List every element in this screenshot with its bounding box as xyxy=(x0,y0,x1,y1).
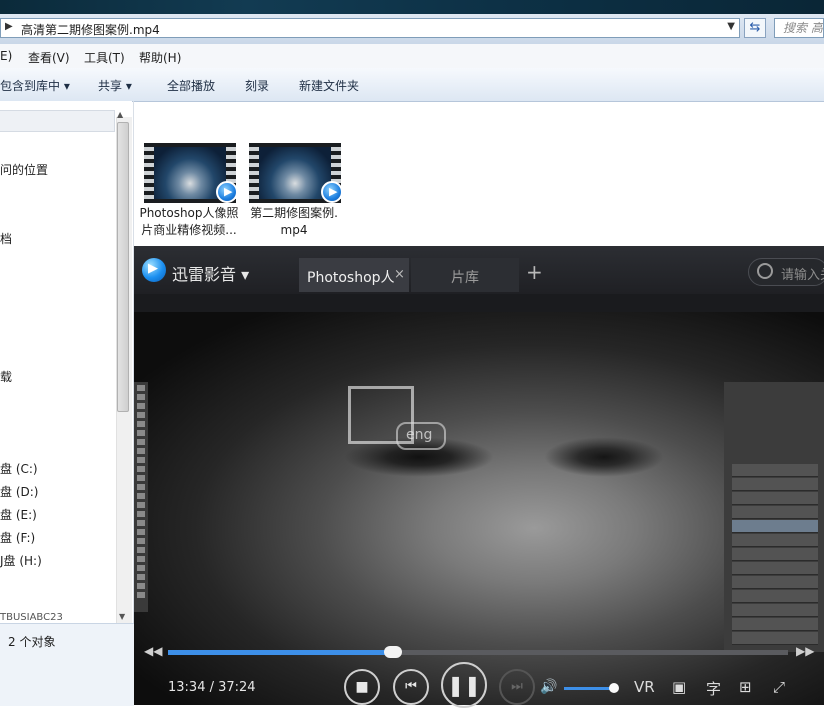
subtitle-button[interactable]: 字 xyxy=(706,678,721,699)
search-input[interactable]: 搜索 高 xyxy=(774,18,824,38)
file-name: Photoshop人像照 片商业精修视频... xyxy=(139,206,239,237)
vr-button[interactable]: VR xyxy=(634,678,655,696)
video-frame[interactable]: eng xyxy=(134,312,824,705)
tab-now-playing[interactable]: Photoshop人 × xyxy=(299,258,409,292)
nav-item-drive-e[interactable]: 盘 (E:) xyxy=(0,506,37,523)
scroll-up-icon[interactable]: ▲ xyxy=(117,110,123,119)
nav-selected-item[interactable] xyxy=(0,110,115,132)
rewind-icon[interactable]: ◀◀ xyxy=(144,644,162,658)
stop-icon: ■ xyxy=(355,679,369,695)
next-icon: ⏭ xyxy=(511,679,523,694)
tab-title: Photoshop人 xyxy=(307,270,395,286)
time-display: 13:34 / 37:24 xyxy=(168,680,256,695)
stop-button[interactable]: ■ xyxy=(344,669,380,705)
search-icon xyxy=(757,263,773,279)
player-logo-icon[interactable]: ▶ xyxy=(142,258,166,282)
refresh-icon: ⇆ xyxy=(749,20,761,35)
add-tab-icon[interactable]: + xyxy=(526,260,543,284)
tab-library-label: 片库 xyxy=(451,270,479,286)
pause-button[interactable]: ❚❚ xyxy=(441,662,487,708)
tab-library[interactable]: 片库 xyxy=(411,258,519,292)
player-app-menu[interactable]: 迅雷影音 ▾ xyxy=(172,261,249,285)
next-button[interactable]: ⏭ xyxy=(499,669,535,705)
previous-button[interactable]: ⏮ xyxy=(393,669,429,705)
previous-icon: ⏮ xyxy=(405,679,417,694)
fast-forward-icon[interactable]: ▶▶ xyxy=(796,644,814,658)
player-badge-icon: ▶ xyxy=(321,181,343,203)
close-icon[interactable]: × xyxy=(394,267,405,282)
nav-item-downloads[interactable]: 载 xyxy=(0,368,12,385)
nav-scrollbar-thumb[interactable] xyxy=(117,122,129,412)
address-path: 高清第二期修图案例.mp4 xyxy=(21,23,160,37)
photoshop-toolbar xyxy=(134,382,148,612)
player-search-input[interactable]: 请输入关 xyxy=(748,258,824,286)
nav-item-drive-f[interactable]: 盘 (F:) xyxy=(0,529,35,546)
nav-item-network-computer[interactable]: TBUSIABC23 xyxy=(0,612,63,623)
playlist-grid-icon[interactable]: ⊞ xyxy=(739,678,752,696)
screen-mode-icon[interactable]: ▣ xyxy=(672,678,686,696)
play-all-button[interactable]: 全部播放 xyxy=(167,77,215,94)
nav-item-recent-places[interactable]: 问的位置 xyxy=(0,161,48,178)
player-title-bar: ▶ 迅雷影音 ▾ Photoshop人 × 片库 + 请输入关 xyxy=(134,246,824,294)
desktop-strip xyxy=(0,0,824,14)
burn-button[interactable]: 刻录 xyxy=(245,77,269,94)
status-bar: 2 个对象 xyxy=(0,623,134,706)
progress-bar-fill xyxy=(168,650,394,655)
item-count: 2 个对象 xyxy=(8,635,56,649)
refresh-button[interactable]: ⇆ xyxy=(744,18,766,38)
video-content xyxy=(544,437,664,477)
progress-knob[interactable] xyxy=(384,646,403,658)
new-folder-button[interactable]: 新建文件夹 xyxy=(299,77,359,94)
menu-view[interactable]: 查看(V) xyxy=(28,49,70,66)
pause-icon: ❚❚ xyxy=(447,673,481,697)
watermark-logo: eng xyxy=(396,422,446,450)
photoshop-layers-panel xyxy=(724,382,824,652)
menu-help[interactable]: 帮助(H) xyxy=(139,49,181,66)
video-player-window: ▶ 迅雷影音 ▾ Photoshop人 × 片库 + 请输入关 eng xyxy=(134,246,824,708)
player-badge-icon: ▶ xyxy=(216,181,238,203)
menu-edit[interactable]: E) xyxy=(0,49,12,63)
menu-tools[interactable]: 工具(T) xyxy=(84,49,125,66)
address-bar-area: ▶ 高清第二期修图案例.mp4 ▼ ⇆ 搜索 高 xyxy=(0,14,824,45)
chevron-down-icon[interactable]: ▼ xyxy=(727,21,735,32)
fullscreen-icon[interactable]: ⤢ xyxy=(773,678,785,696)
menu-bar: E) 查看(V) 工具(T) 帮助(H) xyxy=(0,44,824,69)
nav-item-drive-c[interactable]: 盘 (C:) xyxy=(0,460,38,477)
share-button[interactable]: 共享 ▾ xyxy=(98,77,132,94)
volume-icon[interactable]: 🔊 xyxy=(540,679,557,695)
include-in-library-button[interactable]: 包含到库中 ▾ xyxy=(0,77,70,94)
nav-item-drive-h[interactable]: J盘 (H:) xyxy=(0,552,42,569)
scroll-down-icon[interactable]: ▼ xyxy=(119,612,125,621)
command-toolbar: 包含到库中 ▾ 共享 ▾ 全部播放 刻录 新建文件夹 xyxy=(0,68,824,102)
address-field[interactable]: ▶ 高清第二期修图案例.mp4 ▼ xyxy=(0,18,740,38)
breadcrumb-arrow-icon[interactable]: ▶ xyxy=(5,21,13,32)
nav-item-documents[interactable]: 档 xyxy=(0,230,12,247)
file-name: 第二期修图案例. mp4 xyxy=(250,206,338,237)
volume-slider[interactable] xyxy=(564,687,615,690)
nav-item-drive-d[interactable]: 盘 (D:) xyxy=(0,483,38,500)
